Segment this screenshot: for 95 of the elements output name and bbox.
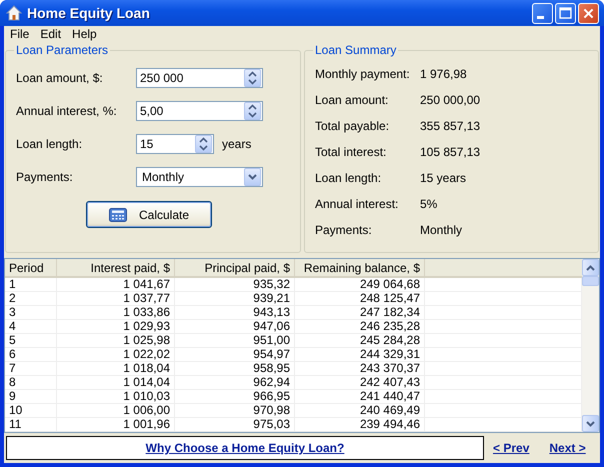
scrollbar[interactable] — [582, 259, 599, 432]
table-cell: 3 — [5, 306, 57, 319]
summary-label: Loan length: — [315, 171, 382, 185]
calculate-button[interactable]: Calculate — [86, 201, 212, 228]
table-cell: 243 370,37 — [295, 362, 425, 375]
table-cell: 951,00 — [175, 334, 295, 347]
column-header[interactable]: Interest paid, $ — [57, 259, 175, 276]
group-title: Loan Summary — [314, 43, 398, 57]
table-cell: 935,32 — [175, 278, 295, 291]
table-cell: 962,94 — [175, 376, 295, 389]
unit-label: years — [222, 136, 252, 150]
calculator-icon — [108, 208, 127, 222]
summary-value: 1 976,98 — [420, 67, 467, 81]
table-cell: 241 440,47 — [295, 390, 425, 403]
field-label: Loan length: — [16, 136, 84, 150]
table-cell: 1 037,77 — [57, 292, 175, 305]
summary-label: Loan amount: — [315, 93, 390, 107]
table-cell: 1 041,67 — [57, 278, 175, 291]
house-icon — [6, 5, 22, 22]
table-cell: 2 — [5, 292, 57, 305]
summary-label: Payments: — [315, 223, 373, 237]
summary-value: 5% — [420, 197, 438, 211]
summary-value: 355 857,13 — [420, 119, 480, 133]
menu-item[interactable]: File — [6, 26, 36, 41]
table-cell: 1 014,04 — [57, 376, 175, 389]
field-label: Payments: — [16, 170, 74, 184]
column-header[interactable]: Remaining balance, $ — [295, 259, 425, 276]
close-button[interactable] — [578, 2, 599, 24]
spin-buttons[interactable] — [195, 134, 212, 152]
prev-link[interactable]: < Prev — [493, 441, 530, 455]
table-cell: 966,95 — [175, 390, 295, 403]
table-cell: 10 — [5, 404, 57, 417]
table-cell: 1 029,93 — [57, 320, 175, 333]
summary-value: 15 years — [420, 171, 466, 185]
table-cell: 4 — [5, 320, 57, 333]
summary-value: 105 857,13 — [420, 145, 480, 159]
group-title: Loan Parameters — [15, 43, 110, 57]
table-cell: 1 025,98 — [57, 334, 175, 347]
table-cell: 954,97 — [175, 348, 295, 361]
table-cell: 975,03 — [175, 418, 295, 431]
table-cell: 242 407,43 — [295, 376, 425, 389]
minimize-button[interactable] — [532, 2, 553, 24]
table-cell: 239 494,46 — [295, 418, 425, 431]
summary-label: Monthly payment: — [315, 67, 411, 81]
spin-field[interactable]: 15 — [136, 134, 214, 154]
table-cell: 247 182,34 — [295, 306, 425, 319]
menu-item[interactable]: Edit — [36, 26, 68, 41]
table-cell: 947,06 — [175, 320, 295, 333]
chevron-up-icon — [586, 264, 595, 270]
field-label: Loan amount, $: — [16, 70, 104, 84]
next-link[interactable]: Next > — [549, 441, 586, 455]
table-cell: 970,98 — [175, 404, 295, 417]
table-cell: 1 — [5, 278, 57, 291]
summary-label: Annual interest: — [315, 197, 400, 211]
maximize-button[interactable] — [555, 2, 576, 24]
window-title: Home Equity Loan — [27, 5, 151, 22]
summary-label: Total interest: — [315, 145, 388, 159]
table-cell: 246 235,28 — [295, 320, 425, 333]
table-cell: 248 125,47 — [295, 292, 425, 305]
column-header[interactable]: Period — [5, 259, 57, 276]
table-cell: 1 010,03 — [57, 390, 175, 403]
column-header[interactable]: Principal paid, $ — [175, 259, 295, 276]
table-cell: 245 284,28 — [295, 334, 425, 347]
table-cell: 1 006,00 — [57, 404, 175, 417]
spin-field[interactable]: 250 000 — [136, 68, 263, 88]
table-cell: 240 469,49 — [295, 404, 425, 417]
payments-dropdown[interactable]: Monthly — [136, 166, 263, 186]
chevron-down-icon — [248, 174, 257, 180]
article-link[interactable]: Why Choose a Home Equity Loan? — [146, 441, 344, 455]
chevron-down-icon — [586, 420, 595, 426]
table-cell: 958,95 — [175, 362, 295, 375]
table-cell: 1 018,04 — [57, 362, 175, 375]
table-cell: 1 033,86 — [57, 306, 175, 319]
table-cell: 1 022,02 — [57, 348, 175, 361]
table-cell: 1 001,96 — [57, 418, 175, 431]
spin-buttons[interactable] — [244, 102, 261, 120]
table-cell: 11 — [5, 418, 57, 431]
table-cell: 249 064,68 — [295, 278, 425, 291]
table-cell: 5 — [5, 334, 57, 347]
table-cell: 9 — [5, 390, 57, 403]
summary-value: 250 000,00 — [420, 93, 480, 107]
table-cell: 7 — [5, 362, 57, 375]
table-cell: 244 329,31 — [295, 348, 425, 361]
spin-field[interactable]: 5,00 — [136, 100, 263, 120]
scroll-thumb[interactable] — [582, 276, 599, 286]
summary-label: Total payable: — [315, 119, 390, 133]
spin-buttons[interactable] — [244, 68, 261, 86]
table-cell: 6 — [5, 348, 57, 361]
summary-value: Monthly — [420, 223, 462, 237]
field-label: Annual interest, %: — [16, 104, 118, 118]
menu-item[interactable]: Help — [68, 26, 104, 41]
table-cell: 8 — [5, 376, 57, 389]
table-cell: 943,13 — [175, 306, 295, 319]
minimize-icon — [536, 16, 544, 19]
table-cell: 939,21 — [175, 292, 295, 305]
